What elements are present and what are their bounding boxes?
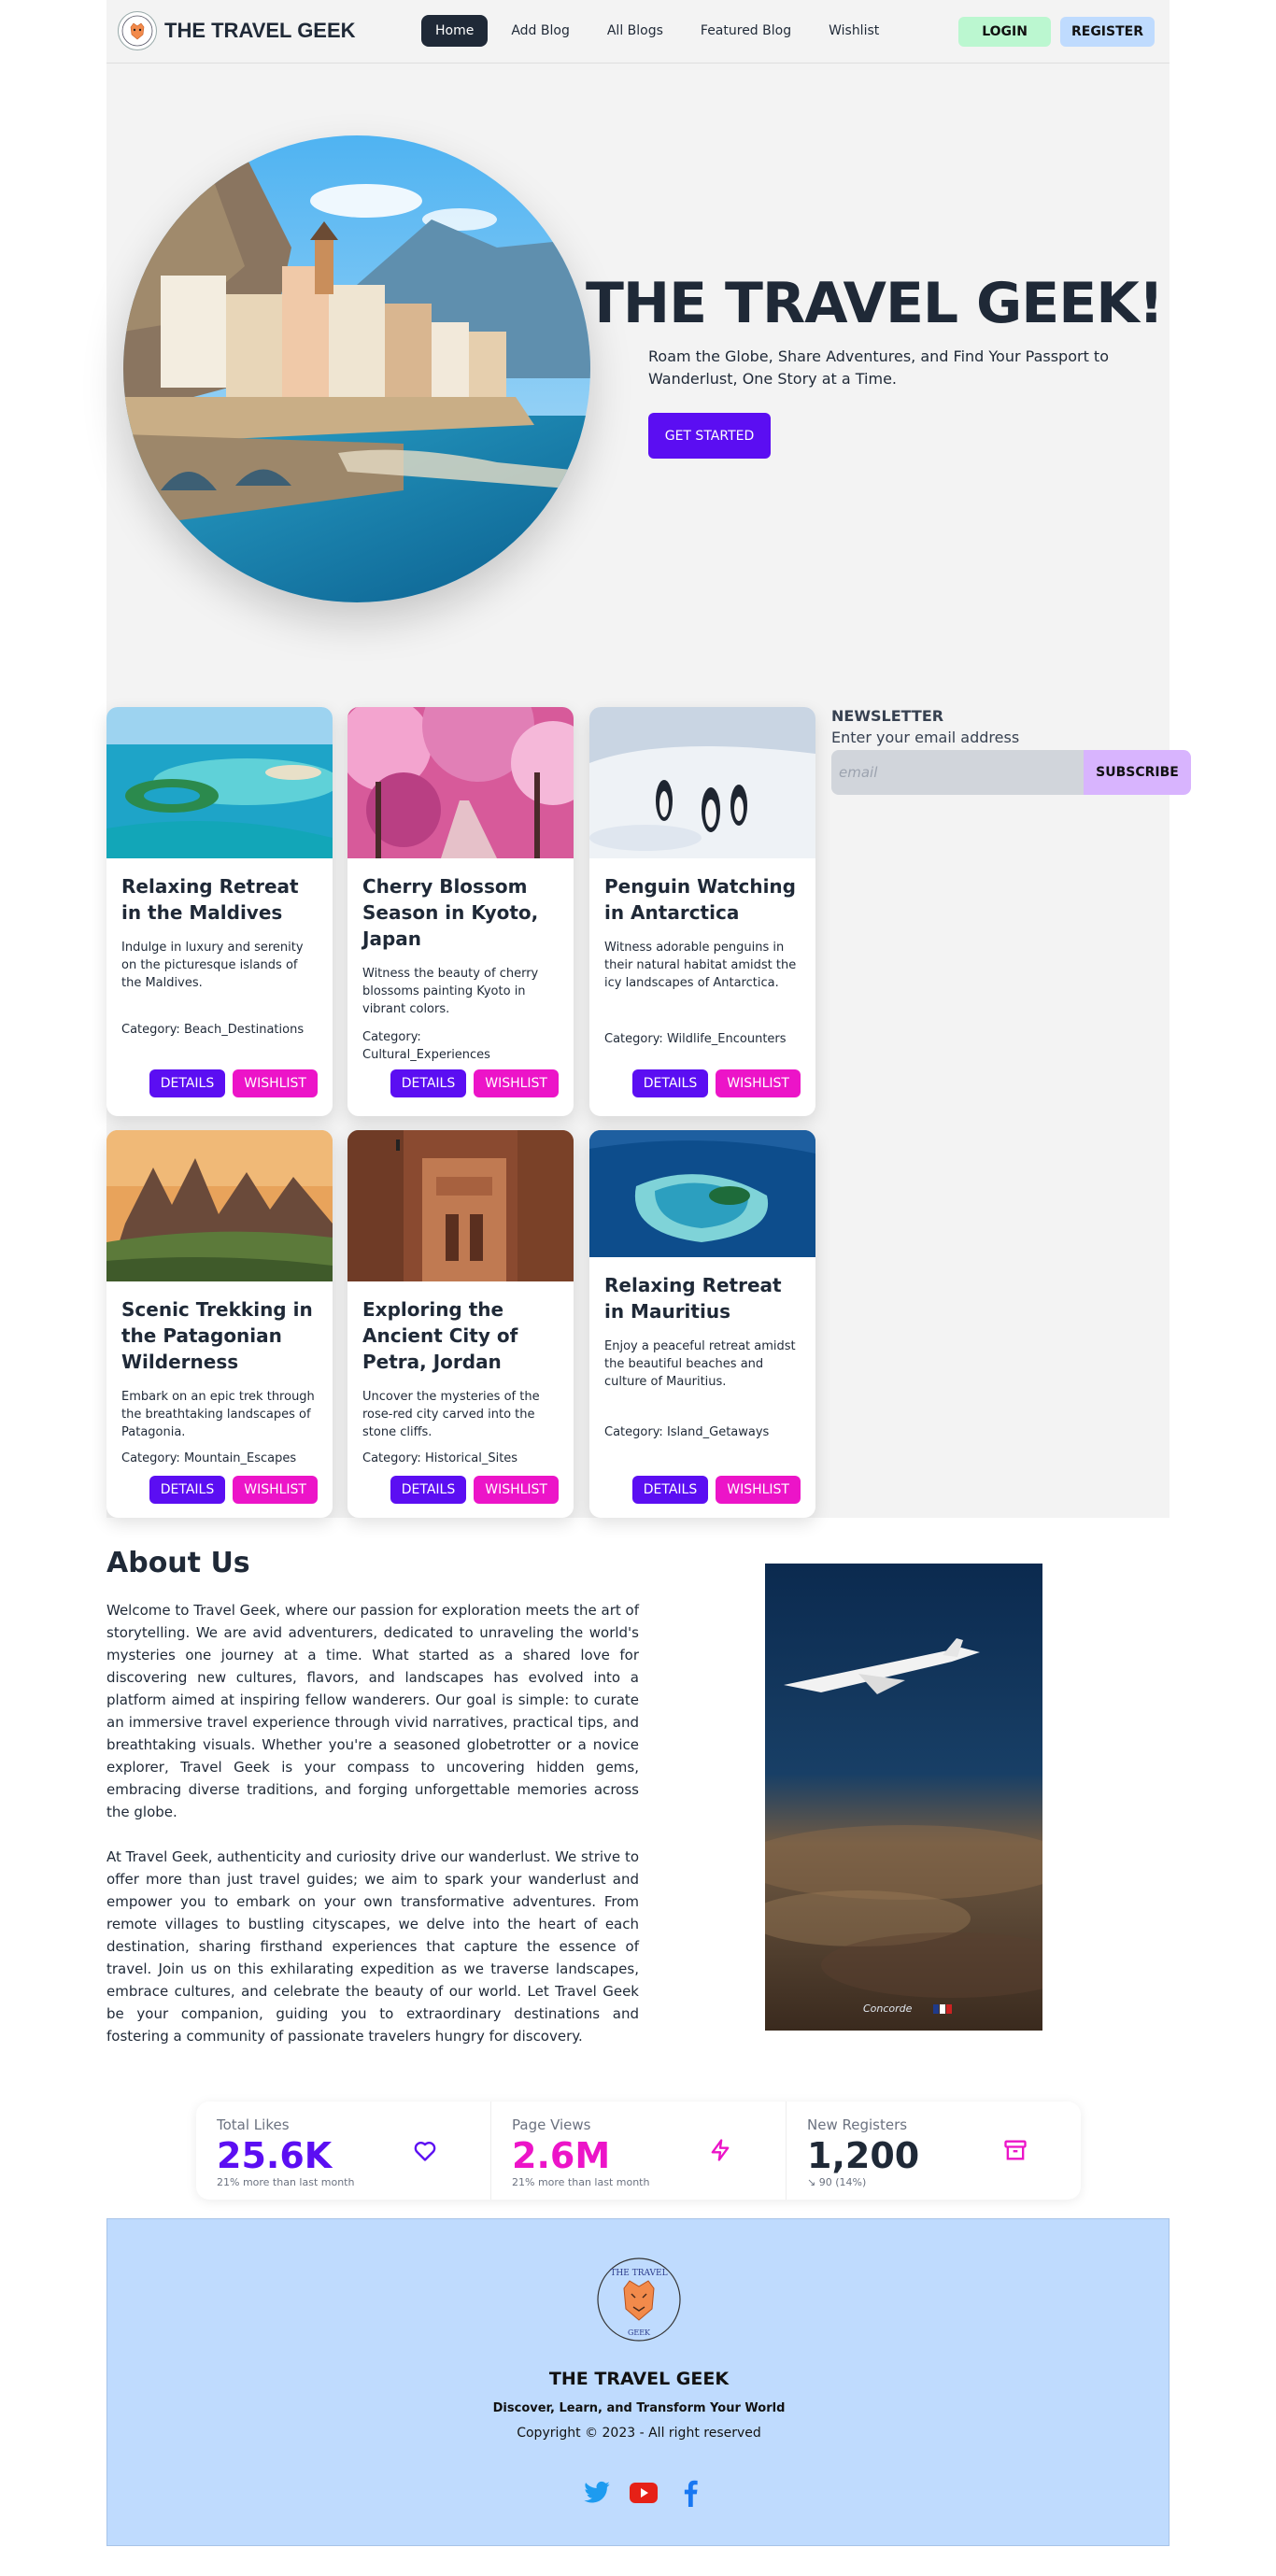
hero-subtitle: Roam the Globe, Share Adventures, and Fi… (648, 347, 1109, 388)
nav-add-blog[interactable]: Add Blog (497, 15, 584, 47)
details-button[interactable]: DETAILS (390, 1069, 467, 1097)
page: THE TRAVEL GEEK Home Add Blog All Blogs … (106, 0, 1191, 2576)
stat-desc: ↘ 90 (14%) (807, 2176, 867, 2188)
footer: THE TRAVEL GEEK THE TRAVEL GEEK Discover… (106, 2218, 1170, 2546)
card-title: Penguin Watching in Antarctica (604, 875, 796, 924)
footer-logo-text-top: THE TRAVEL (610, 2269, 667, 2278)
card-image (589, 707, 815, 858)
newsletter-title: NEWSLETTER (831, 707, 944, 725)
stat-title: Total Likes (217, 2116, 290, 2133)
youtube-icon[interactable] (629, 2478, 659, 2508)
about-text: Welcome to Travel Geek, where our passio… (106, 1599, 639, 2047)
footer-copyright: Copyright © 2023 - All right reserved (517, 2426, 761, 2441)
stat-new-registers: New Registers 1,200 ↘ 90 (14%) (786, 2102, 1081, 2200)
card-description: Indulge in luxury and serenity on the pi… (121, 941, 304, 990)
card-category: Category: Island_Getaways (604, 1425, 770, 1439)
brand-name: THE TRAVEL GEEK (164, 19, 356, 42)
bolt-icon (711, 2139, 730, 2161)
card-title: Exploring the Ancient City of Petra, Jor… (362, 1298, 518, 1373)
wishlist-button[interactable]: WISHLIST (716, 1476, 801, 1504)
get-started-button[interactable]: GET STARTED (648, 413, 771, 459)
about-image-caption: Concorde (863, 2003, 913, 2015)
card-description: Uncover the mysteries of the rose-red ci… (362, 1390, 540, 1439)
card-image (589, 1130, 815, 1257)
card-category: Category: Beach_Destinations (121, 1023, 305, 1037)
about-paragraph: At Travel Geek, authenticity and curiosi… (106, 1848, 639, 2045)
nav-all-blogs[interactable]: All Blogs (593, 15, 677, 47)
card-description: Witness the beauty of cherry blossoms pa… (362, 967, 539, 1016)
card-description: Enjoy a peaceful retreat amidst the beau… (604, 1339, 796, 1389)
card-title: Relaxing Retreat in the Maldives (121, 875, 299, 924)
card-image (347, 1130, 574, 1281)
nav-wishlist[interactable]: Wishlist (815, 15, 893, 47)
hero-image (123, 135, 590, 602)
card-description: Embark on an epic trek through the breat… (121, 1390, 315, 1439)
details-button[interactable]: DETAILS (631, 1069, 709, 1097)
card-title: Scenic Trekking in the Patagonian Wilder… (121, 1298, 313, 1373)
about-title: About Us (106, 1547, 250, 1579)
register-button[interactable]: REGISTER (1059, 17, 1155, 47)
card-image (106, 707, 333, 858)
details-button[interactable]: DETAILS (390, 1476, 467, 1504)
card-title: Cherry Blossom Season in Kyoto, Japan (362, 875, 539, 950)
stat-desc: 21% more than last month (512, 2176, 650, 2188)
facebook-icon[interactable] (675, 2478, 705, 2508)
navbar: THE TRAVEL GEEK Home Add Blog All Blogs … (106, 0, 1170, 64)
blog-card: Scenic Trekking in the Patagonian Wilder… (106, 1130, 333, 1518)
card-category: Category: Wildlife_Encounters (604, 1032, 787, 1046)
card-image (347, 707, 574, 858)
stat-title: Page Views (512, 2116, 591, 2133)
newsletter: NEWSLETTER Enter your email address SUBS… (831, 707, 1191, 795)
nav-links: Home Add Blog All Blogs Featured Blog Wi… (421, 15, 893, 47)
blog-card: Relaxing Retreat in Mauritius Enjoy a pe… (589, 1130, 815, 1518)
nav-home[interactable]: Home (421, 15, 489, 47)
card-description: Witness adorable penguins in their natur… (604, 941, 797, 990)
card-image (106, 1130, 333, 1281)
hero-title: THE TRAVEL GEEK! (586, 271, 1164, 336)
newsletter-label: Enter your email address (831, 729, 1020, 746)
footer-tagline: Discover, Learn, and Transform Your Worl… (492, 2401, 786, 2415)
blog-card: Penguin Watching in Antarctica Witness a… (589, 707, 815, 1116)
archive-icon (1004, 2140, 1027, 2160)
heart-icon (414, 2142, 436, 2161)
auth-buttons: LOGIN REGISTER (958, 17, 1155, 47)
details-button[interactable]: DETAILS (149, 1476, 226, 1504)
email-input[interactable] (831, 750, 1084, 795)
about-image: Concorde (765, 1564, 1042, 2031)
subscribe-button[interactable]: SUBSCRIBE (1084, 750, 1191, 795)
wishlist-button[interactable]: WISHLIST (716, 1069, 801, 1097)
details-button[interactable]: DETAILS (149, 1069, 226, 1097)
social-links (582, 2478, 705, 2508)
wishlist-button[interactable]: WISHLIST (474, 1476, 559, 1504)
blog-card: Cherry Blossom Season in Kyoto, Japan Wi… (347, 707, 574, 1116)
stat-desc: 21% more than last month (217, 2176, 355, 2188)
card-category: Category: Mountain_Escapes (121, 1451, 297, 1465)
card-title: Relaxing Retreat in Mauritius (604, 1274, 782, 1323)
wishlist-button[interactable]: WISHLIST (233, 1476, 318, 1504)
blog-card: Relaxing Retreat in the Maldives Indulge… (106, 707, 333, 1116)
twitter-icon[interactable] (582, 2478, 612, 2508)
footer-logo-icon: THE TRAVEL GEEK (597, 2258, 681, 2342)
about-paragraph: Welcome to Travel Geek, where our passio… (106, 1602, 639, 1820)
card-category: Category: Cultural_Experiences (362, 1030, 490, 1062)
stats-panel: Total Likes 25.6K 21% more than last mon… (196, 2102, 1081, 2200)
nav-featured-blog[interactable]: Featured Blog (687, 15, 805, 47)
footer-brand: THE TRAVEL GEEK (548, 2369, 730, 2389)
brand[interactable]: THE TRAVEL GEEK (118, 11, 356, 50)
stat-total-likes: Total Likes 25.6K 21% more than last mon… (196, 2102, 490, 2200)
stat-title: New Registers (807, 2116, 908, 2133)
card-category: Category: Historical_Sites (362, 1451, 518, 1465)
details-button[interactable]: DETAILS (631, 1476, 709, 1504)
stat-page-views: Page Views 2.6M 21% more than last month (490, 2102, 786, 2200)
blog-card: Exploring the Ancient City of Petra, Jor… (347, 1130, 574, 1518)
wishlist-button[interactable]: WISHLIST (474, 1069, 559, 1097)
wishlist-button[interactable]: WISHLIST (233, 1069, 318, 1097)
login-button[interactable]: LOGIN (958, 17, 1051, 47)
footer-logo-text-bottom: GEEK (628, 2328, 651, 2337)
brand-logo-icon (118, 11, 157, 50)
